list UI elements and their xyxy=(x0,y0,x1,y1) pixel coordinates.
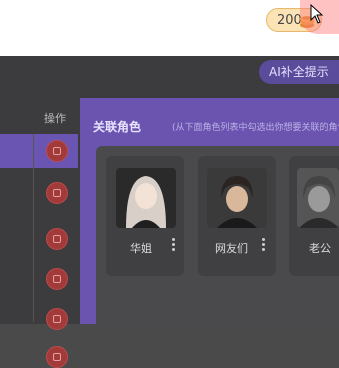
row-action-button[interactable] xyxy=(46,140,68,162)
ai-complete-prompt-label: AI补全提示 xyxy=(269,65,329,79)
character-name: 网友们 xyxy=(215,242,248,255)
mouse-cursor-icon xyxy=(310,4,324,24)
male-portrait-icon xyxy=(207,168,267,228)
character-name: 老公 xyxy=(309,242,331,255)
female-portrait-icon xyxy=(116,168,176,228)
row-action-button[interactable] xyxy=(46,228,68,250)
more-options-icon[interactable] xyxy=(262,238,266,252)
character-name: 华姐 xyxy=(130,242,152,255)
panel-subtitle: (从下面角色列表中勾选出你想要关联的角色 xyxy=(172,123,339,133)
panel-title: 关联角色 xyxy=(93,120,142,134)
more-options-icon[interactable] xyxy=(172,238,176,252)
ai-complete-prompt-button[interactable]: AI补全提示 xyxy=(259,60,339,84)
character-avatar xyxy=(207,168,267,228)
character-avatar xyxy=(297,168,339,228)
row-action-button[interactable] xyxy=(46,268,68,290)
row-action-button[interactable] xyxy=(46,308,68,330)
male-portrait-icon xyxy=(297,168,339,228)
character-avatar xyxy=(116,168,176,228)
column-header-actions: 操作 xyxy=(44,112,66,125)
top-bar: 200 xyxy=(0,0,339,56)
table-header: 操作 xyxy=(0,102,78,132)
row-action-button[interactable] xyxy=(46,182,68,204)
column-divider xyxy=(33,134,34,322)
row-action-button[interactable] xyxy=(46,346,68,368)
